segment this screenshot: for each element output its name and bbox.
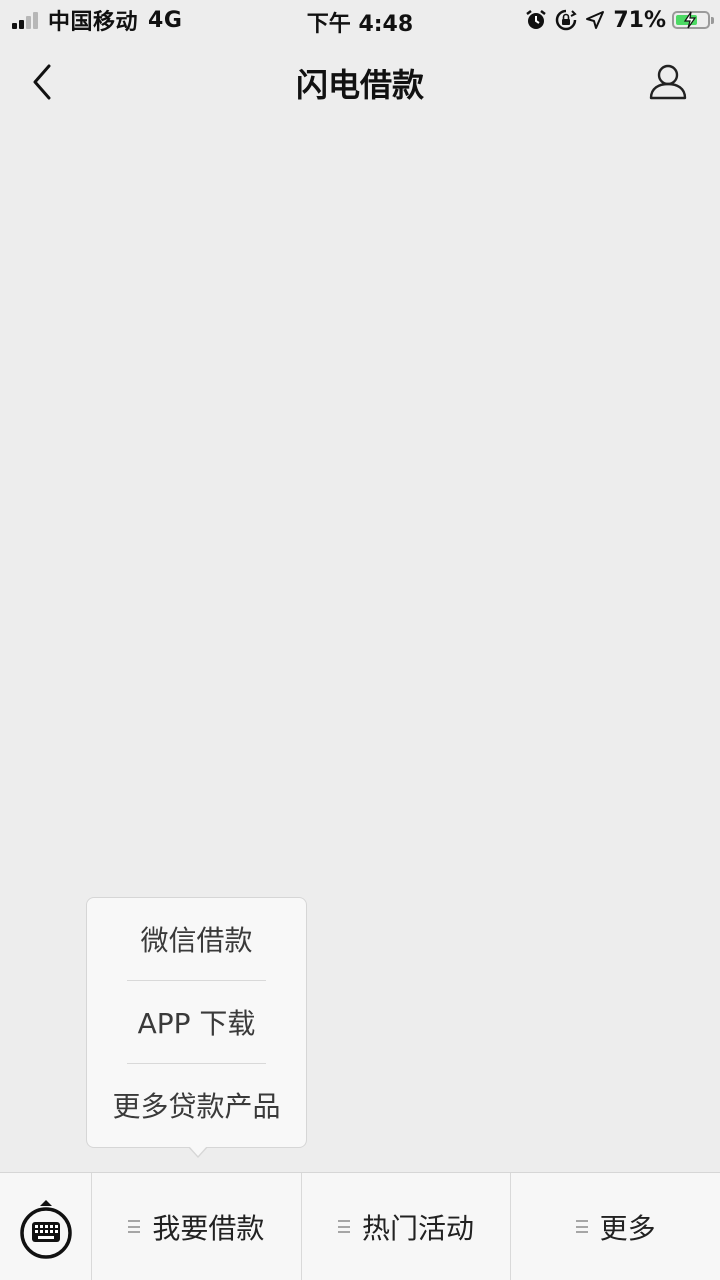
menu-item-more[interactable]: 更多 [511,1173,720,1280]
page-title: 闪电借款 [295,66,424,104]
submenu-item-wechat-loan[interactable]: 微信借款 [87,898,306,980]
rotation-lock-icon [556,9,578,31]
menu-item-label: 更多 [599,1211,656,1245]
menu-item-hot-activities[interactable]: 热门活动 [302,1173,512,1280]
status-right: 71% [525,6,714,34]
submenu-indicator-icon [575,1220,588,1233]
status-bar: 中国移动 4G 下午 4:48 71% [0,0,720,40]
submenu-item-app-download[interactable]: APP 下载 [87,981,306,1063]
keyboard-icon [19,1199,72,1259]
bottom-menu-bar: 我要借款 热门活动 更多 [0,1172,720,1280]
battery-icon [672,11,714,29]
menu-item-label: 我要借款 [152,1211,265,1245]
keyboard-toggle-button[interactable] [0,1173,92,1280]
submenu-indicator-icon [128,1220,141,1233]
submenu-popup: 微信借款 APP 下载 更多贷款产品 [86,897,307,1148]
profile-button[interactable] [646,60,690,104]
alarm-icon [526,10,547,29]
submenu-indicator-icon [338,1220,350,1233]
battery-cap [711,17,714,24]
location-icon [586,11,605,29]
menu-item-borrow[interactable]: 我要借款 [92,1173,302,1280]
user-profile-icon [649,64,687,100]
battery-percent: 71% [613,7,666,33]
menu-item-label: 热门活动 [362,1211,475,1245]
submenu-arrow [189,1146,207,1156]
screen: 中国移动 4G 下午 4:48 71% 闪电借款 微信借款 APP 下载 更多贷… [0,0,720,1280]
nav-bar: 闪电借款 [0,40,720,124]
charging-bolt-icon [683,11,697,29]
submenu-item-more-loan-products[interactable]: 更多贷款产品 [87,1064,306,1146]
